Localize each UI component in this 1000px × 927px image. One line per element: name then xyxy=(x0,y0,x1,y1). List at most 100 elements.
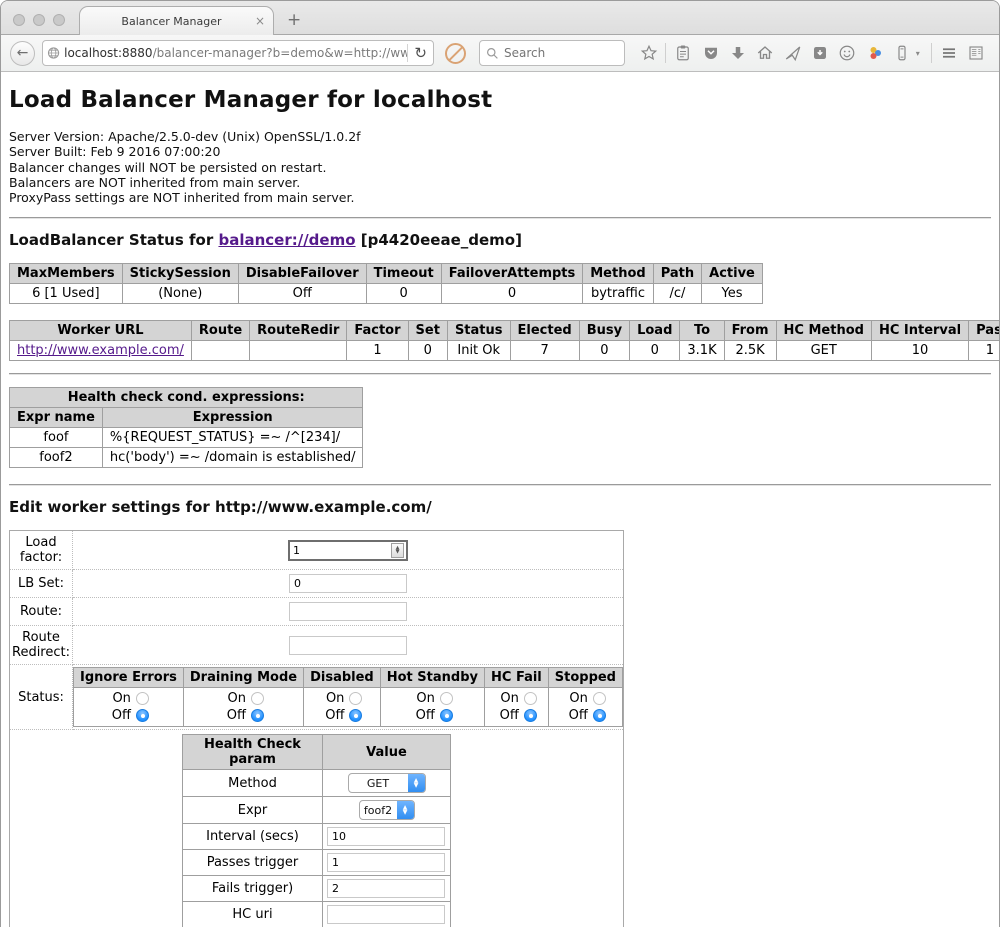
column-header: Factor xyxy=(347,321,408,341)
route-input[interactable] xyxy=(289,602,407,621)
zoom-window-button[interactable] xyxy=(53,14,65,26)
bookmark-star-icon[interactable] xyxy=(635,40,662,67)
column-header: From xyxy=(724,321,776,341)
divider xyxy=(9,217,991,219)
column-header: Ignore Errors xyxy=(74,668,184,688)
ignore-errors-on-radio[interactable] xyxy=(136,692,149,705)
number-spinner-icon[interactable]: ▲▼ xyxy=(391,543,404,558)
expr-label: Expr xyxy=(183,797,323,824)
bookmarks-clipboard-icon[interactable] xyxy=(670,40,697,67)
pocket-icon[interactable] xyxy=(697,40,724,67)
cell-to: 3.1K xyxy=(680,341,724,361)
select-arrows-icon: ▲▼ xyxy=(408,773,425,793)
disabled-off-radio[interactable] xyxy=(349,709,362,722)
tab-title: Balancer Manager xyxy=(88,15,255,28)
column-header: HC Fail xyxy=(485,668,549,688)
server-version-line: Server Version: Apache/2.5.0-dev (Unix) … xyxy=(9,129,991,144)
search-bar[interactable] xyxy=(479,40,625,66)
content-blocked-icon[interactable] xyxy=(445,43,466,64)
cell-path: /c/ xyxy=(653,284,701,304)
minimize-window-button[interactable] xyxy=(33,14,45,26)
close-window-button[interactable] xyxy=(13,14,25,26)
overflow-caret-icon[interactable]: ▾ xyxy=(916,49,928,58)
stopped-off-radio[interactable] xyxy=(593,709,606,722)
column-header: Value xyxy=(323,735,451,770)
column-header: RouteRedir xyxy=(250,321,347,341)
table-row: foof %{REQUEST_STATUS} =~ /^[234]/ xyxy=(10,428,363,448)
draining-mode-off-radio[interactable] xyxy=(251,709,264,722)
worker-url-link[interactable]: http://www.example.com/ xyxy=(17,343,184,358)
send-tab-icon[interactable] xyxy=(779,40,806,67)
browser-window: Balancer Manager × + ← localhost:8880/ba… xyxy=(0,0,1000,927)
draining-mode-on-radio[interactable] xyxy=(251,692,264,705)
column-header: Elected xyxy=(510,321,579,341)
status-label: Status: xyxy=(10,665,73,730)
downloads-icon[interactable] xyxy=(724,40,751,67)
cell-from: 2.5K xyxy=(724,341,776,361)
url-bar[interactable]: localhost:8880/balancer-manager?b=demo&w… xyxy=(42,40,434,66)
tab-close-icon[interactable]: × xyxy=(255,14,265,28)
back-icon: ← xyxy=(17,45,29,61)
on-label: On xyxy=(108,690,131,707)
reader-icon[interactable] xyxy=(963,40,990,67)
table-row: Expr foof2 ▲▼ xyxy=(183,797,451,824)
battery-icon[interactable] xyxy=(888,40,915,67)
search-input[interactable] xyxy=(504,46,604,60)
load-factor-input[interactable] xyxy=(290,544,391,557)
stopped-on-radio[interactable] xyxy=(593,692,606,705)
method-select[interactable]: GET ▲▼ xyxy=(348,773,426,793)
toolbar-icons: ▾ xyxy=(635,40,990,67)
worker-status-table: Worker URL Route RouteRedir Factor Set S… xyxy=(9,320,1000,361)
cell-hc-method: GET xyxy=(776,341,871,361)
cell-stickysession: (None) xyxy=(122,284,238,304)
passes-input[interactable] xyxy=(327,853,445,872)
hc-uri-input[interactable] xyxy=(327,905,445,924)
form-row-route-redirect: Route Redirect: xyxy=(10,626,624,665)
route-redirect-input[interactable] xyxy=(289,636,407,655)
table-row: Passes trigger xyxy=(183,850,451,876)
lb-set-input[interactable] xyxy=(289,574,407,593)
menu-icon[interactable] xyxy=(935,40,962,67)
interval-input[interactable] xyxy=(327,827,445,846)
home-icon[interactable] xyxy=(752,40,779,67)
tab-balancer-manager[interactable]: Balancer Manager × xyxy=(79,6,274,35)
hot-standby-on-radio[interactable] xyxy=(440,692,453,705)
divider xyxy=(9,484,991,486)
download-box-icon[interactable] xyxy=(806,40,833,67)
reload-icon[interactable]: ↻ xyxy=(414,44,429,62)
status-cell-draining-mode: On Off xyxy=(183,688,303,727)
balancer-demo-link[interactable]: balancer://demo xyxy=(218,231,355,249)
hc-fail-on-radio[interactable] xyxy=(524,692,537,705)
column-header: Path xyxy=(653,264,701,284)
cell-set: 0 xyxy=(408,341,447,361)
column-header: HC Interval xyxy=(871,321,968,341)
status-radio-table: Ignore Errors Draining Mode Disabled Hot… xyxy=(73,667,623,727)
navigation-toolbar: ← localhost:8880/balancer-manager?b=demo… xyxy=(1,35,999,72)
cell-maxmembers: 6 [1 Used] xyxy=(10,284,123,304)
hc-fail-off-radio[interactable] xyxy=(524,709,537,722)
edit-worker-form: Load factor: ▲▼ LB Set: Route: Route Red… xyxy=(9,530,624,927)
column-header: Expression xyxy=(102,408,363,428)
column-header: FailoverAttempts xyxy=(441,264,583,284)
color-dots-icon[interactable] xyxy=(861,40,888,67)
status-cell-hot-standby: On Off xyxy=(380,688,484,727)
new-tab-button[interactable]: + xyxy=(287,10,301,30)
fails-input[interactable] xyxy=(327,879,445,898)
cell-hc-interval: 10 xyxy=(871,341,968,361)
column-header: Draining Mode xyxy=(183,668,303,688)
column-header: Health Check param xyxy=(183,735,323,770)
feedback-smiley-icon[interactable] xyxy=(834,40,861,67)
back-button[interactable]: ← xyxy=(10,41,35,66)
cell-expression: hc('body') =~ /domain is established/ xyxy=(102,448,363,468)
disabled-on-radio[interactable] xyxy=(349,692,362,705)
hot-standby-off-radio[interactable] xyxy=(440,709,453,722)
toolbar-separator xyxy=(931,43,932,63)
status-cell-hc-fail: On Off xyxy=(485,688,549,727)
column-header: Status xyxy=(447,321,510,341)
form-row-lb-set: LB Set: xyxy=(10,570,624,598)
ignore-errors-off-radio[interactable] xyxy=(136,709,149,722)
url-divider xyxy=(407,44,408,62)
expr-select[interactable]: foof2 ▲▼ xyxy=(359,800,415,820)
column-header: Expr name xyxy=(10,408,103,428)
expr-select-value: foof2 xyxy=(360,804,397,817)
